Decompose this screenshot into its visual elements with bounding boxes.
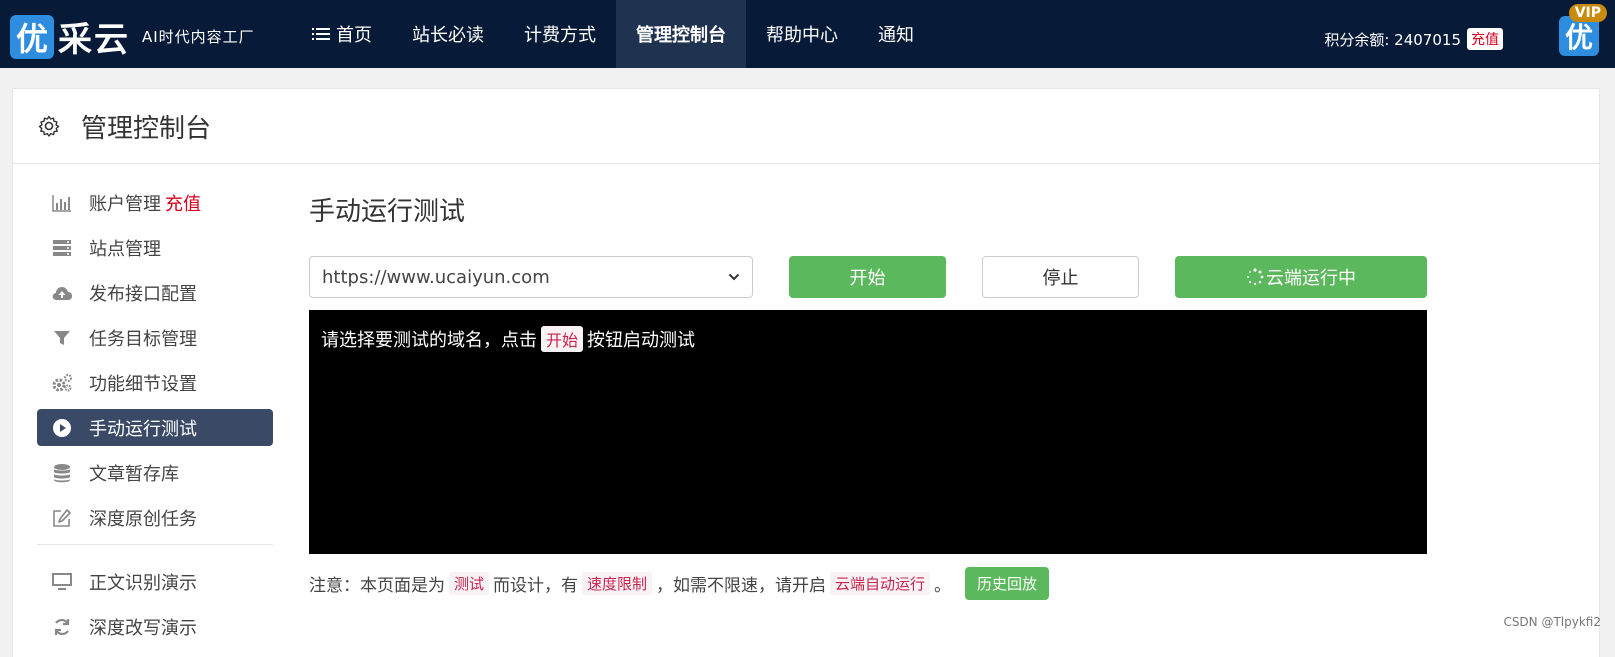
sidebar-recharge-link[interactable]: 充值 [165, 190, 201, 216]
domain-select[interactable]: https://www.ucaiyun.com [309, 256, 753, 298]
play-circle-icon [51, 417, 73, 439]
gear-icon [38, 115, 60, 137]
note-part-3: ，如需不限速，请开启 [656, 575, 827, 596]
sidebar-item-label: 深度改写演示 [89, 617, 197, 639]
cloud-running-button[interactable]: 云端运行中 [1175, 256, 1427, 298]
balance-text: 积分余额: 2407015 [1324, 30, 1461, 49]
user-avatar[interactable]: 优 [1559, 16, 1599, 56]
sidebar-item-label: 任务目标管理 [89, 328, 197, 350]
bar-chart-icon [51, 192, 73, 214]
note-part-2: 而设计，有 [493, 575, 579, 596]
note-tag-test: 测试 [449, 571, 490, 595]
points-balance: 积分余额: 2407015 充值 [1324, 28, 1503, 50]
server-icon [51, 237, 73, 259]
sidebar: 账户管理 充值 站点管理 发布接口配置 任务目标管理 功能细节设置 手动运行测试… [37, 184, 273, 653]
cloud-upload-icon [51, 282, 73, 304]
note-tag-cloud-auto: 云端自动运行 [830, 571, 931, 595]
cloud-running-label: 云端运行中 [1266, 268, 1356, 289]
sidebar-item-label: 手动运行测试 [89, 418, 197, 440]
sidebar-item-label: 正文识别演示 [89, 572, 197, 594]
nav-item-console[interactable]: 管理控制台 [616, 0, 746, 68]
test-controls: https://www.ucaiyun.com 开始 停止 云端运行中 [309, 256, 1429, 298]
recharge-link[interactable]: 充值 [1467, 28, 1503, 50]
sidebar-item-label: 深度原创任务 [89, 508, 197, 530]
menu-list-icon [312, 27, 330, 41]
note-part-1: 注意：本页面是为 [309, 575, 445, 596]
console-panel: 管理控制台 账户管理 充值 站点管理 发布接口配置 任务目标管理 功能细节设置 … [12, 88, 1600, 657]
sidebar-item-label: 账户管理 [89, 193, 161, 215]
vip-badge: VIP [1568, 4, 1607, 22]
notice-text: 注意：本页面是为 测试 而设计，有 速度限制 ，如需不限速，请开启 云端自动运行… [309, 566, 1050, 600]
nav-label: 计费方式 [524, 25, 596, 46]
nav-label: 管理控制台 [636, 25, 726, 46]
sidebar-item-label: 发布接口配置 [89, 283, 197, 305]
nav-item-pricing[interactable]: 计费方式 [504, 0, 616, 68]
sidebar-item-deep-original[interactable]: 深度原创任务 [37, 499, 273, 536]
filter-icon [51, 327, 73, 349]
domain-select-value: https://www.ucaiyun.com [322, 266, 550, 288]
watermark: CSDN @Tlpykfi2 [1503, 615, 1601, 629]
note-tag-speed-limit: 速度限制 [582, 571, 653, 595]
sidebar-item-label: 文章暂存库 [89, 463, 179, 485]
sidebar-item-manual-test[interactable]: 手动运行测试 [37, 409, 273, 446]
gears-icon [51, 372, 73, 394]
sidebar-item-rewrite-demo[interactable]: 深度改写演示 [37, 608, 273, 645]
stop-button[interactable]: 停止 [982, 256, 1139, 298]
refresh-icon [51, 616, 73, 638]
nav-label: 通知 [878, 25, 914, 46]
console-prefix: 请选择要测试的域名，点击 [321, 330, 537, 351]
logo-badge: 优 [10, 14, 54, 59]
logo-slogan: AI时代内容工厂 [142, 28, 255, 46]
nav-item-home[interactable]: 首页 [292, 0, 392, 68]
note-part-4: 。 [934, 575, 952, 596]
panel-title: 管理控制台 [81, 113, 212, 144]
spinner-icon [1247, 268, 1264, 286]
main-nav: 首页 站长必读 计费方式 管理控制台 帮助中心 通知 [292, 0, 934, 68]
chevron-down-icon [728, 273, 740, 281]
nav-item-notifications[interactable]: 通知 [858, 0, 934, 68]
sidebar-item-account[interactable]: 账户管理 充值 [37, 184, 273, 221]
sidebar-item-task-targets[interactable]: 任务目标管理 [37, 319, 273, 356]
nav-label: 帮助中心 [766, 25, 838, 46]
sidebar-divider [37, 544, 273, 545]
nav-label: 站长必读 [412, 25, 484, 46]
section-title: 手动运行测试 [309, 197, 466, 227]
site-logo[interactable]: 优 采云 AI时代内容工厂 [10, 12, 255, 61]
nav-item-help[interactable]: 帮助中心 [746, 0, 858, 68]
main-content: 手动运行测试 https://www.ucaiyun.com 开始 停止 云端运… [309, 184, 1429, 600]
panel-header: 管理控制台 [13, 89, 1599, 164]
console-suffix: 按钮启动测试 [587, 330, 696, 351]
top-navbar: 优 采云 AI时代内容工厂 首页 站长必读 计费方式 管理控制台 帮助中心 通知… [0, 0, 1615, 68]
logo-text: 采云 [58, 20, 130, 60]
nav-label: 首页 [336, 25, 372, 46]
sidebar-item-article-storage[interactable]: 文章暂存库 [37, 454, 273, 491]
console-start-tag: 开始 [541, 326, 584, 352]
edit-icon [51, 507, 73, 529]
sidebar-item-feature-settings[interactable]: 功能细节设置 [37, 364, 273, 401]
sidebar-item-text-recognition[interactable]: 正文识别演示 [37, 563, 273, 600]
nav-item-webmaster-guide[interactable]: 站长必读 [392, 0, 504, 68]
sidebar-item-publish-config[interactable]: 发布接口配置 [37, 274, 273, 311]
start-button[interactable]: 开始 [789, 256, 946, 298]
history-replay-button[interactable]: 历史回放 [965, 566, 1050, 600]
database-icon [51, 462, 73, 484]
sidebar-item-label: 功能细节设置 [89, 373, 197, 395]
monitor-icon [51, 571, 73, 593]
test-console-output: 请选择要测试的域名，点击 开始 按钮启动测试 [309, 310, 1427, 554]
sidebar-item-sites[interactable]: 站点管理 [37, 229, 273, 266]
sidebar-item-label: 站点管理 [89, 238, 161, 260]
